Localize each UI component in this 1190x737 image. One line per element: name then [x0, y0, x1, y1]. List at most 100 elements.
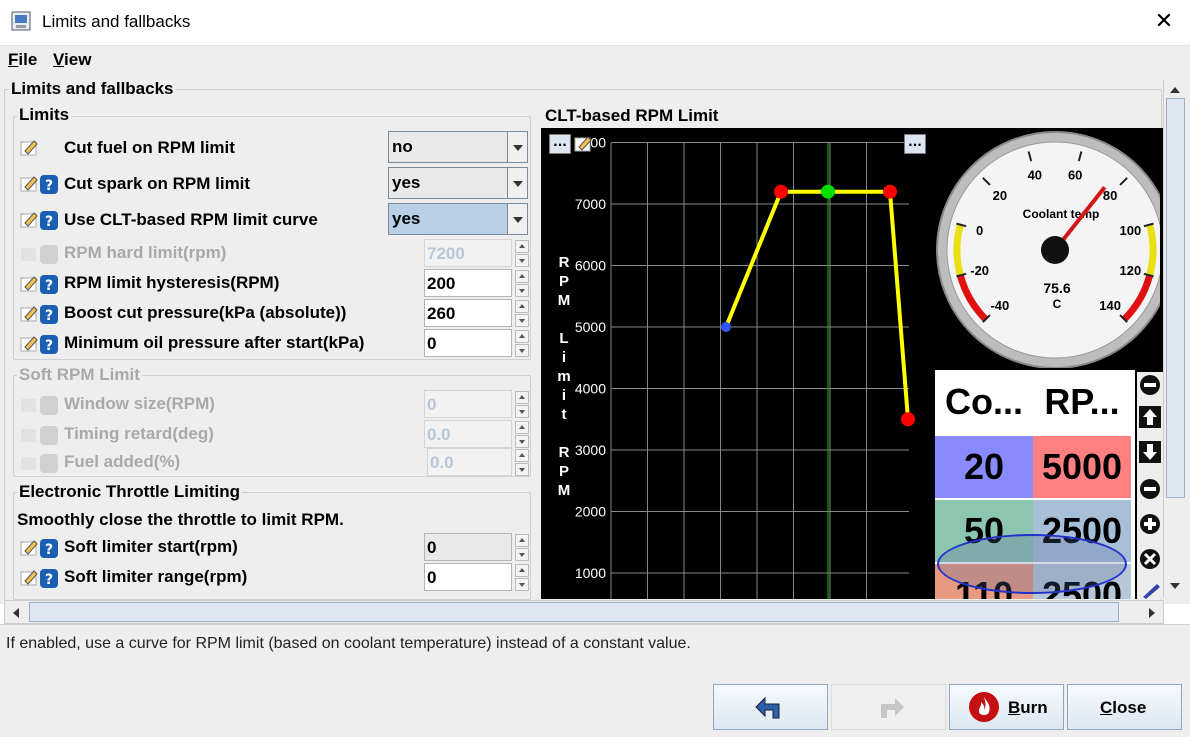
gauge-tick-label: 20 [993, 188, 1007, 203]
chevron-down-icon[interactable] [507, 168, 527, 198]
window-size-value: 0 [427, 395, 437, 414]
edit-icon[interactable]: ? [18, 537, 60, 559]
cut-fuel-value: no [392, 137, 413, 156]
gauge-unit: C [1053, 297, 1062, 311]
chevron-down-icon[interactable] [507, 204, 527, 234]
pen-icon [1143, 584, 1160, 599]
table-header-rpm[interactable]: RP... [1033, 370, 1131, 434]
burn-label: Burn [1008, 698, 1048, 718]
redo-button[interactable] [831, 684, 946, 730]
gauge-tick-label: -40 [990, 298, 1009, 313]
edit-icon[interactable]: ? [18, 209, 60, 231]
clear-icon [1140, 549, 1160, 569]
series-line [724, 189, 910, 420]
edit-icon[interactable] [18, 137, 60, 159]
horizontal-scrollbar[interactable] [4, 600, 1164, 624]
y-axis-label: RPM Limit RPM [555, 253, 573, 500]
table-cell[interactable]: 20 [935, 436, 1033, 498]
menu-view[interactable]: View [53, 50, 91, 70]
clt-curve-value: yes [392, 209, 421, 228]
menu-view-rest: iew [64, 50, 92, 69]
hysteresis-value: 200 [427, 274, 456, 293]
window-close-button[interactable]: ✕ [1150, 8, 1178, 36]
main-group-title: Limits and fallbacks [9, 79, 176, 99]
scroll-up-icon[interactable] [1166, 82, 1184, 98]
boost-cut-field[interactable]: 260 [424, 299, 529, 327]
selection-ellipse [937, 534, 1127, 594]
svg-text:?: ? [45, 338, 53, 354]
y-axis-label-char [555, 310, 573, 329]
close-button[interactable]: Close [1067, 684, 1182, 730]
soft-limiter-start-value: 0 [427, 538, 437, 557]
y-axis-label-char: P [558, 273, 569, 290]
spinner[interactable] [515, 330, 529, 358]
data-point [883, 184, 897, 199]
cut-spark-value: yes [392, 173, 421, 192]
svg-text:?: ? [45, 308, 53, 324]
gauge-tick-label: 140 [1099, 298, 1121, 313]
edit-icon[interactable]: ? [18, 567, 60, 589]
curve-table: Co... RP... 20 5000 50 2500 110 2500 [935, 370, 1135, 599]
rpm-hard-limit-value: 7200 [427, 244, 465, 263]
edit-icon[interactable]: ? [18, 303, 60, 325]
scroll-down-icon[interactable] [1166, 578, 1184, 594]
table-cell[interactable]: 5000 [1033, 436, 1131, 498]
more-button-right[interactable]: ... [904, 134, 926, 154]
cut-fuel-select[interactable]: no [388, 131, 528, 163]
chevron-down-icon[interactable] [507, 132, 527, 162]
timing-retard-field: 0.0 [424, 420, 529, 448]
timing-retard-value: 0.0 [427, 425, 451, 444]
y-axis-label-char: M [557, 292, 571, 309]
spinner[interactable] [515, 270, 529, 298]
min-oil-label: Minimum oil pressure after start(kPa) [64, 333, 365, 352]
spinner [515, 391, 529, 419]
soft-limiter-start-field[interactable]: 0 [424, 533, 529, 561]
edit-icon[interactable] [573, 133, 595, 155]
min-oil-field[interactable]: 0 [424, 329, 529, 357]
soft-limiter-range-label: Soft limiter range(rpm) [64, 567, 248, 586]
gauge-band-warn-low [953, 223, 964, 277]
gauge-value: 75.6 [1043, 280, 1070, 296]
edit-icon[interactable]: ? [18, 173, 60, 195]
more-button-left[interactable]: ... [549, 134, 571, 154]
undo-icon [754, 696, 779, 719]
spinner[interactable] [515, 564, 529, 592]
menu-file-mnemonic: F [8, 50, 19, 69]
gauge-tick-label: 40 [1028, 168, 1042, 183]
clt-curve-select[interactable]: yes [388, 203, 528, 235]
help-icon [18, 424, 60, 446]
rpm-hard-limit-label: RPM hard limit(rpm) [64, 243, 227, 262]
y-tick-label: 7000 [575, 196, 606, 212]
undo-button[interactable] [713, 684, 828, 730]
gauge-tick-label: 60 [1068, 168, 1082, 183]
spinner[interactable] [515, 534, 529, 562]
clt-curve-label: Use CLT-based RPM limit curve [64, 210, 318, 229]
y-tick-label: 5000 [575, 319, 606, 335]
status-text: If enabled, use a curve for RPM limit (b… [6, 635, 691, 652]
y-axis-label-char: R [558, 444, 570, 461]
cut-spark-select[interactable]: yes [388, 167, 528, 199]
svg-text:?: ? [45, 542, 53, 558]
burn-button[interactable]: Burn [949, 684, 1064, 730]
scroll-right-icon[interactable] [1145, 605, 1159, 619]
gauge-tick-label: -20 [970, 263, 989, 278]
soft-limiter-range-field[interactable]: 0 [424, 563, 529, 591]
hscroll-thumb[interactable] [29, 602, 1119, 622]
vertical-scrollbar[interactable] [1163, 80, 1187, 598]
hysteresis-field[interactable]: 200 [424, 269, 529, 297]
y-axis-label-char: m [557, 368, 571, 385]
y-axis-label-char: L [559, 330, 569, 347]
scroll-left-icon[interactable] [9, 605, 23, 619]
title-bar: Limits and fallbacks ✕ [0, 0, 1190, 46]
edit-icon[interactable]: ? [18, 273, 60, 295]
close-label: Close [1100, 698, 1146, 718]
table-header-clt[interactable]: Co... [935, 370, 1033, 434]
edit-icon[interactable]: ? [18, 333, 60, 355]
fuel-added-field: 0.0 [427, 448, 529, 476]
menu-file[interactable]: File [8, 50, 37, 70]
svg-text:?: ? [45, 572, 53, 588]
scroll-thumb[interactable] [1166, 98, 1185, 498]
limits-legend: Limits [17, 105, 72, 125]
fuel-added-label: Fuel added(%) [64, 452, 181, 471]
spinner[interactable] [515, 300, 529, 328]
